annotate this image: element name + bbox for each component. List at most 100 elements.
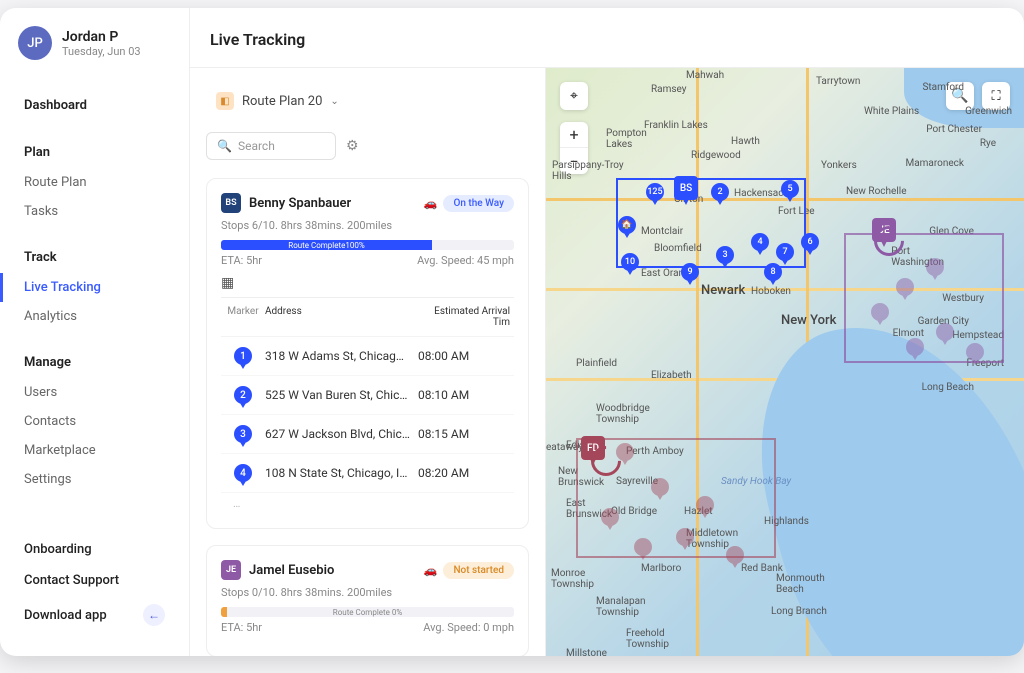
map-label: Franklin Lakes (644, 120, 708, 131)
zoom-in-button[interactable]: + (560, 122, 588, 148)
map-marker[interactable]: 2 (711, 183, 729, 201)
map-marker[interactable]: 3 (716, 246, 734, 264)
map-label: Mamaroneck (905, 158, 964, 169)
map-marker[interactable]: 6 (801, 233, 819, 251)
map-marker[interactable]: 5 (781, 180, 799, 198)
stop-eta: 08:00 AM (418, 349, 514, 363)
map-marker[interactable] (966, 343, 984, 361)
table-row[interactable]: 1 318 W Adams St, Chicago, IL 60606… 08:… (221, 337, 514, 376)
map-marker[interactable]: 🏠 (618, 216, 636, 234)
nav-tasks[interactable]: Tasks (0, 197, 189, 226)
status-badge: On the Way (443, 195, 514, 212)
nav-settings[interactable]: Settings (0, 465, 189, 494)
map-label: Long Branch (771, 606, 827, 617)
map-marker[interactable] (601, 508, 619, 526)
map-label: Long Beach (922, 382, 974, 393)
map-label: Woodbridge Township (596, 403, 650, 425)
stop-eta: 08:20 AM (418, 466, 514, 480)
progress-bar: Route Complete100% (221, 240, 514, 250)
table-row[interactable]: 3 627 W Jackson Blvd, Chicago, IL … 08:1… (221, 415, 514, 454)
chevron-down-icon: ⌄ (330, 96, 338, 107)
map-label: Ramsey (651, 84, 687, 95)
arrow-left-icon: ← (143, 604, 165, 626)
map-marker[interactable] (676, 528, 694, 546)
map-marker[interactable] (936, 323, 954, 341)
map-label: New York (781, 313, 836, 328)
route-plan-selector[interactable]: ◧ Route Plan 20 ⌄ (206, 86, 349, 116)
map-marker[interactable] (651, 478, 669, 496)
marker-pin: 1 (234, 347, 252, 365)
nav-track-header: Track (0, 242, 189, 273)
stops-table: Marker Address Estimated Arrival Tim 1 3… (221, 297, 514, 514)
map-label: Elizabeth (651, 370, 692, 381)
marker-pin: 4 (234, 464, 252, 482)
nav-users[interactable]: Users (0, 378, 189, 407)
map-label: Hawth (731, 136, 760, 147)
map-label: Manalapan Township (596, 596, 646, 618)
search-input[interactable]: 🔍 Search (206, 132, 336, 160)
nav-live-tracking[interactable]: Live Tracking (0, 273, 189, 302)
driver-speed: Avg. Speed: 0 mph (423, 621, 514, 634)
stop-address: 318 W Adams St, Chicago, IL 60606… (265, 349, 418, 363)
table-row[interactable]: 4 108 N State St, Chicago, IL 60602… 08:… (221, 454, 514, 493)
locate-button[interactable]: ⌖ (560, 82, 588, 110)
map-label: Stamford (922, 82, 964, 93)
footer-download[interactable]: Download app ← (0, 596, 189, 634)
map-marker[interactable] (896, 278, 914, 296)
map-marker[interactable]: 7 (776, 243, 794, 261)
map-label: Mahwah (686, 70, 724, 81)
car-icon: 🚗 (424, 197, 438, 210)
grid-icon[interactable]: ▦ (221, 275, 514, 291)
th-address: Address (265, 306, 418, 328)
stop-address: 627 W Jackson Blvd, Chicago, IL … (265, 427, 418, 441)
driver-list-panel: ◧ Route Plan 20 ⌄ 🔍 Search ⚙ BS (190, 68, 546, 656)
map[interactable]: ⌖ + − 🔍 ⛶ New York Newark Yonkers White … (546, 68, 1024, 656)
driver-avatar: JE (221, 560, 241, 580)
map-marker[interactable] (871, 303, 889, 321)
progress-bar: Route Complete 0% (221, 607, 514, 617)
marker-pin: 3 (234, 425, 252, 443)
map-marker-driver[interactable]: BS (674, 176, 698, 200)
stop-eta: 08:10 AM (418, 388, 514, 402)
settings-icon[interactable]: ⚙ (346, 138, 359, 154)
map-marker[interactable] (616, 443, 634, 461)
stop-address: 525 W Van Buren St, Chicago, IL … (265, 388, 418, 402)
map-marker[interactable]: 4 (751, 233, 769, 251)
map-label: Freehold Township (626, 628, 669, 650)
driver-eta: ETA: 5hr (221, 254, 262, 267)
user-block[interactable]: JP Jordan P Tuesday, Jun 03 (0, 26, 189, 82)
user-name: Jordan P (62, 29, 141, 45)
map-marker[interactable]: 9 (681, 263, 699, 281)
map-label: Marlboro (641, 563, 681, 574)
map-label: Pompton Lakes (606, 128, 647, 150)
more-rows-icon[interactable]: … (221, 493, 514, 514)
app-window: JP Jordan P Tuesday, Jun 03 Dashboard Pl… (0, 8, 1024, 656)
footer-support[interactable]: Contact Support (0, 565, 189, 596)
map-label: Monroe Township (551, 568, 594, 590)
map-marker[interactable]: 125 (646, 183, 664, 201)
map-label: White Plains (864, 106, 919, 117)
footer-onboarding[interactable]: Onboarding (0, 534, 189, 565)
map-marker[interactable]: 10 (621, 253, 639, 271)
nav-marketplace[interactable]: Marketplace (0, 436, 189, 465)
marker-pin: 2 (234, 386, 252, 404)
nav-contacts[interactable]: Contacts (0, 407, 189, 436)
route-boundary-purple (844, 233, 1004, 363)
route-icon: ◧ (216, 92, 234, 110)
nav-analytics[interactable]: Analytics (0, 302, 189, 331)
stop-eta: 08:15 AM (418, 427, 514, 441)
map-marker[interactable]: 8 (764, 263, 782, 281)
nav-plan-header: Plan (0, 137, 189, 168)
main-area: Live Tracking ◧ Route Plan 20 ⌄ 🔍 Search… (190, 8, 1024, 656)
map-label: Parsippany-Troy Hills (552, 160, 624, 182)
map-marker[interactable] (696, 496, 714, 514)
table-row[interactable]: 2 525 W Van Buren St, Chicago, IL … 08:1… (221, 376, 514, 415)
nav-route-plan[interactable]: Route Plan (0, 168, 189, 197)
map-marker[interactable] (634, 538, 652, 556)
map-marker[interactable] (906, 338, 924, 356)
map-marker[interactable] (726, 546, 744, 564)
map-marker[interactable] (926, 258, 944, 276)
nav-dashboard[interactable]: Dashboard (0, 90, 189, 121)
progress-label: Route Complete 0% (333, 608, 402, 617)
page-title: Live Tracking (190, 8, 1024, 67)
